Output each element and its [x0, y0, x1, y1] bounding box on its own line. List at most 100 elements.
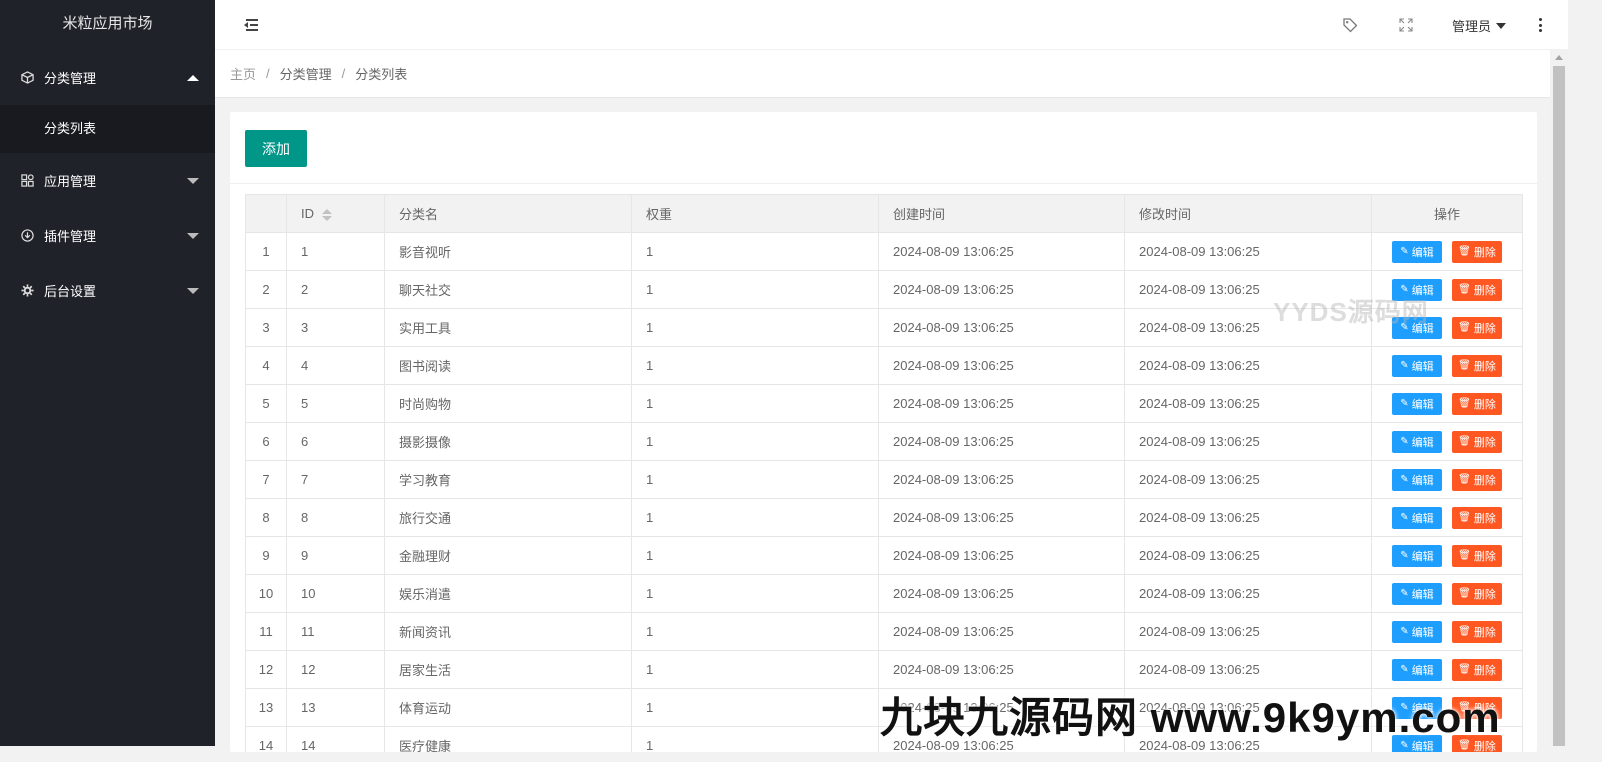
table-row: 12 12 居家生活 1 2024-08-09 13:06:25 2024-08-09 1…	[245, 650, 1523, 689]
cell-name: 旅行交通	[384, 498, 632, 537]
cell-id: 6	[286, 422, 385, 461]
delete-label: 删除	[1473, 664, 1496, 677]
breadcrumb: 主页 / 分类管理 / 分类列表	[215, 50, 1550, 98]
table-row: 4 4 图书阅读 1 2024-08-09 13:06:25 2024-08-09 13:…	[245, 346, 1523, 385]
edit-label: 编辑	[1411, 436, 1434, 449]
edit-button[interactable]: ✎ 编辑	[1392, 658, 1442, 681]
apps-icon	[20, 174, 34, 188]
delete-label: 删除	[1473, 284, 1496, 297]
column-header-id[interactable]: ID	[286, 194, 385, 233]
cell-created: 2024-08-09 13:06:25	[878, 574, 1125, 613]
cell-actions: ✎ 编辑 🗑 删除	[1371, 574, 1523, 613]
delete-label: 删除	[1473, 322, 1496, 335]
edit-label: 编辑	[1411, 360, 1434, 373]
tag-icon[interactable]	[1341, 16, 1359, 34]
sidebar-item-backend-settings[interactable]: 后台设置	[0, 263, 215, 318]
delete-button[interactable]: 🗑 删除	[1452, 240, 1502, 263]
column-header-modified: 修改时间	[1124, 194, 1372, 233]
row-index: 10	[245, 574, 287, 613]
vertical-scrollbar[interactable]	[1550, 50, 1568, 746]
trash-icon: 🗑	[1458, 360, 1471, 371]
cell-modified: 2024-08-09 13:06:25	[1124, 574, 1372, 613]
column-header-index	[245, 194, 287, 233]
delete-label: 删除	[1473, 360, 1496, 373]
cell-actions: ✎ 编辑 🗑 删除	[1371, 346, 1523, 385]
delete-button[interactable]: 🗑 删除	[1452, 582, 1502, 605]
sort-icon[interactable]	[322, 208, 332, 221]
edit-button[interactable]: ✎ 编辑	[1392, 354, 1442, 377]
delete-button[interactable]: 🗑 删除	[1452, 468, 1502, 491]
cell-weight: 1	[631, 688, 879, 727]
cell-modified: 2024-08-09 13:06:25	[1124, 346, 1372, 385]
cell-actions: ✎ 编辑 🗑 删除	[1371, 612, 1523, 651]
column-header-created: 创建时间	[878, 194, 1125, 233]
edit-button[interactable]: ✎ 编辑	[1392, 506, 1442, 529]
delete-button[interactable]: 🗑 删除	[1452, 430, 1502, 453]
cell-weight: 1	[631, 726, 879, 752]
app-logo-title[interactable]: 米粒应用市场	[0, 0, 215, 50]
cell-name: 图书阅读	[384, 346, 632, 385]
more-icon[interactable]	[1537, 16, 1543, 34]
table-row: 1 1 影音视听 1 2024-08-09 13:06:25 2024-08-09 13:…	[245, 232, 1523, 271]
cell-created: 2024-08-09 13:06:25	[878, 384, 1125, 423]
delete-button[interactable]: 🗑 删除	[1452, 658, 1502, 681]
breadcrumb-category-management[interactable]: 分类管理	[280, 64, 332, 83]
cell-weight: 1	[631, 232, 879, 271]
cell-weight: 1	[631, 270, 879, 309]
add-button[interactable]: 添加	[245, 130, 307, 167]
delete-button[interactable]: 🗑 删除	[1452, 620, 1502, 643]
edit-label: 编辑	[1411, 626, 1434, 639]
delete-button[interactable]: 🗑 删除	[1452, 506, 1502, 529]
cell-weight: 1	[631, 460, 879, 499]
table-header-row: ID 分类名 权重 创建时间 修改时间 操作	[245, 194, 1523, 233]
cell-name: 摄影摄像	[384, 422, 632, 461]
gear-icon	[20, 284, 34, 298]
pencil-icon: ✎	[1400, 436, 1409, 447]
delete-button[interactable]: 🗑 删除	[1452, 544, 1502, 567]
delete-button[interactable]: 🗑 删除	[1452, 392, 1502, 415]
cell-created: 2024-08-09 13:06:25	[878, 232, 1125, 271]
cell-actions: ✎ 编辑 🗑 删除	[1371, 460, 1523, 499]
edit-button[interactable]: ✎ 编辑	[1392, 544, 1442, 567]
sidebar-item-plugin-management[interactable]: 插件管理	[0, 208, 215, 263]
cell-created: 2024-08-09 13:06:25	[878, 460, 1125, 499]
edit-button[interactable]: ✎ 编辑	[1392, 620, 1442, 643]
cell-id: 5	[286, 384, 385, 423]
row-index: 4	[245, 346, 287, 385]
delete-label: 删除	[1473, 436, 1496, 449]
breadcrumb-home[interactable]: 主页	[230, 64, 256, 83]
table-row: 11 11 新闻资讯 1 2024-08-09 13:06:25 2024-08-09 1…	[245, 612, 1523, 651]
table-toolbar: 添加	[230, 112, 1537, 184]
row-index: 12	[245, 650, 287, 689]
cell-weight: 1	[631, 384, 879, 423]
column-header-name: 分类名	[384, 194, 632, 233]
sidebar-item-app-management[interactable]: 应用管理	[0, 153, 215, 208]
cell-weight: 1	[631, 650, 879, 689]
row-index: 3	[245, 308, 287, 347]
delete-label: 删除	[1473, 550, 1496, 563]
breadcrumb-category-list: 分类列表	[355, 67, 408, 82]
edit-button[interactable]: ✎ 编辑	[1392, 392, 1442, 415]
fullscreen-icon[interactable]	[1397, 16, 1415, 34]
scroll-up-arrow-icon[interactable]	[1555, 55, 1563, 60]
caret-up-icon	[187, 74, 199, 81]
edit-button[interactable]: ✎ 编辑	[1392, 430, 1442, 453]
edit-button[interactable]: ✎ 编辑	[1392, 468, 1442, 491]
cell-id: 12	[286, 650, 385, 689]
delete-button[interactable]: 🗑 删除	[1452, 278, 1502, 301]
box-icon	[20, 71, 34, 85]
user-menu[interactable]: 管理员	[1452, 16, 1507, 35]
delete-button[interactable]: 🗑 删除	[1452, 354, 1502, 377]
trash-icon: 🗑	[1458, 512, 1471, 523]
delete-button[interactable]: 🗑 删除	[1452, 316, 1502, 339]
scrollbar-thumb[interactable]	[1553, 66, 1565, 746]
caret-down-icon	[1496, 22, 1507, 29]
edit-button[interactable]: ✎ 编辑	[1392, 240, 1442, 263]
edit-button[interactable]: ✎ 编辑	[1392, 582, 1442, 605]
caret-down-icon	[187, 287, 199, 294]
caret-down-icon	[187, 232, 199, 239]
sidebar-item-category-management[interactable]: 分类管理	[0, 50, 215, 105]
sidebar-subitem-category-list[interactable]: 分类列表	[0, 105, 215, 153]
menu-toggle-icon[interactable]	[243, 17, 259, 33]
cell-id: 11	[286, 612, 385, 651]
